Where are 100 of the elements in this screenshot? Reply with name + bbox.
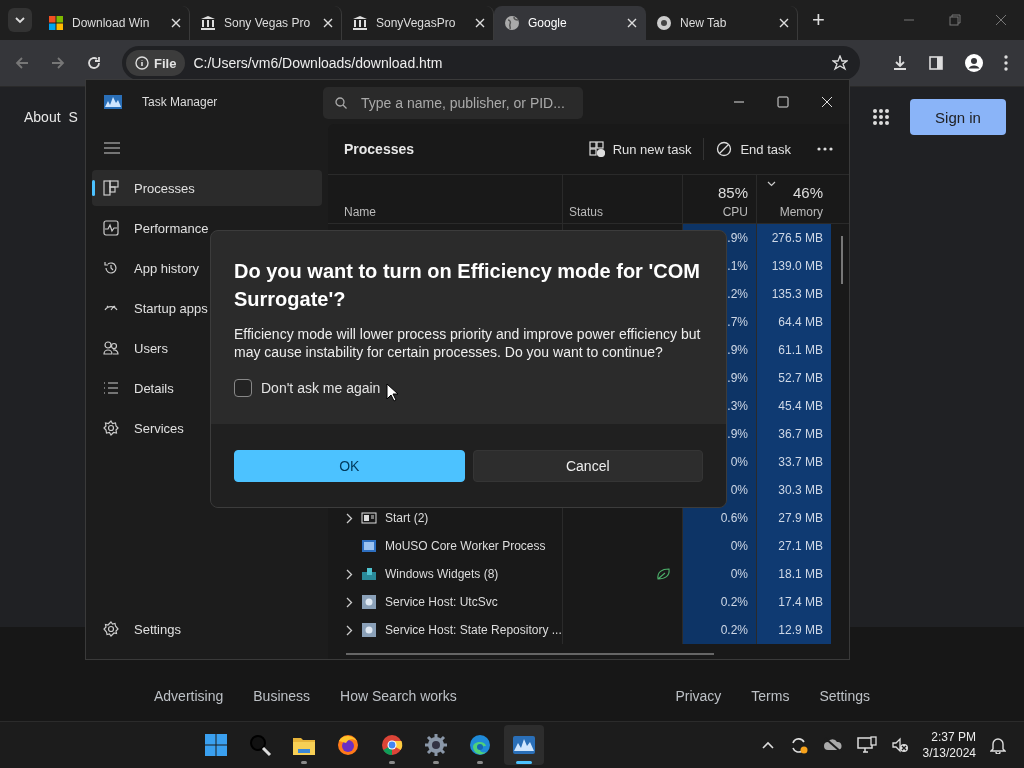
chrome-icon bbox=[656, 15, 672, 31]
site-info-chip[interactable]: File bbox=[126, 50, 186, 76]
volume-muted-icon[interactable] bbox=[890, 736, 909, 754]
network-icon[interactable] bbox=[856, 736, 877, 754]
tab-list-button[interactable] bbox=[8, 8, 32, 32]
processes-icon bbox=[103, 180, 119, 196]
cancel-button[interactable]: Cancel bbox=[472, 449, 703, 482]
memory-cell: 52.7 MB bbox=[778, 371, 823, 385]
url-text: C:/Users/vm6/Downloads/download.htm bbox=[193, 55, 444, 71]
reload-icon[interactable] bbox=[86, 55, 102, 71]
clock-time: 2:37 PM bbox=[931, 729, 976, 745]
memory-cell: 12.9 MB bbox=[778, 623, 823, 637]
end-task-button[interactable]: End task bbox=[704, 141, 803, 157]
footer-link[interactable]: Settings bbox=[819, 688, 870, 704]
cloud-off-icon[interactable] bbox=[822, 737, 843, 753]
memory-total: 46% bbox=[792, 184, 823, 201]
apps-grid-icon[interactable] bbox=[872, 108, 890, 126]
column-header[interactable]: CPU bbox=[722, 205, 748, 219]
maximize-icon[interactable] bbox=[777, 96, 789, 108]
prohibited-icon bbox=[716, 141, 733, 157]
memory-cell: 45.4 MB bbox=[778, 399, 823, 413]
memory-cell: 18.1 MB bbox=[778, 567, 823, 581]
cpu-cell: .2% bbox=[727, 287, 748, 301]
ok-button[interactable]: OK bbox=[234, 449, 465, 482]
footer-link[interactable]: Advertising bbox=[154, 688, 224, 704]
more-icon[interactable] bbox=[817, 147, 833, 151]
clock[interactable]: 2:37 PM 3/13/2024 bbox=[922, 729, 976, 761]
footer-link[interactable]: Business bbox=[253, 688, 311, 704]
task-manager-icon bbox=[512, 733, 536, 757]
memory-cell: 27.9 MB bbox=[778, 511, 823, 525]
column-header[interactable]: Status bbox=[562, 175, 682, 223]
windows-logo-icon bbox=[204, 733, 228, 757]
users-icon bbox=[103, 340, 119, 356]
cpu-cell: 0% bbox=[730, 539, 748, 553]
browser-tab[interactable]: Google bbox=[494, 6, 646, 40]
vertical-scrollbar[interactable] bbox=[841, 236, 843, 284]
cpu-cell: 0% bbox=[730, 455, 748, 469]
cpu-cell: .9% bbox=[727, 427, 748, 441]
expand-chevron-icon[interactable] bbox=[346, 568, 353, 580]
memory-cell: 30.3 MB bbox=[778, 483, 823, 497]
cpu-cell: 0.6% bbox=[720, 511, 748, 525]
tab-title: SonyVegasPro bbox=[376, 16, 457, 30]
search-field[interactable]: Type a name, publisher, or PID... bbox=[323, 87, 583, 119]
footer-link[interactable]: How Search works bbox=[340, 688, 457, 704]
bank-icon bbox=[200, 15, 216, 31]
cursor-icon bbox=[386, 383, 398, 402]
tab-title: New Tab bbox=[680, 16, 728, 30]
task-manager-icon bbox=[104, 95, 122, 109]
footer-link[interactable]: Terms bbox=[751, 688, 790, 704]
checkbox[interactable] bbox=[234, 379, 252, 397]
star-icon[interactable] bbox=[832, 55, 848, 71]
back-icon[interactable] bbox=[14, 55, 30, 71]
notification-bell-icon[interactable] bbox=[990, 736, 1006, 754]
memory-cell: 17.4 MB bbox=[778, 595, 823, 609]
new-tab-button[interactable]: + bbox=[804, 7, 833, 33]
list-icon bbox=[103, 380, 119, 396]
expand-chevron-icon[interactable] bbox=[346, 624, 353, 636]
forward-icon[interactable] bbox=[50, 55, 66, 71]
menu-icon[interactable] bbox=[1004, 55, 1008, 71]
expand-chevron-icon[interactable] bbox=[346, 512, 353, 524]
bank-icon bbox=[352, 15, 368, 31]
sign-in-button[interactable]: Sign in bbox=[910, 99, 1006, 135]
widgets-icon bbox=[361, 566, 377, 582]
taskbar-app[interactable] bbox=[504, 725, 544, 765]
gear-icon bbox=[103, 420, 119, 436]
dialog-title: Do you want to turn on Efficiency mode for 'COM Surrogate'? bbox=[234, 259, 701, 312]
nav-link[interactable]: S bbox=[68, 109, 78, 125]
restore-icon[interactable] bbox=[949, 14, 961, 26]
checkbox-label[interactable]: Don't ask me again bbox=[261, 380, 381, 396]
window-icon bbox=[361, 510, 377, 526]
gear-icon bbox=[424, 733, 448, 757]
new-task-icon bbox=[588, 141, 605, 157]
nav-link[interactable]: About bbox=[24, 109, 61, 125]
firefox-icon bbox=[336, 733, 360, 757]
expand-chevron-icon[interactable] bbox=[346, 596, 353, 608]
side-panel-icon[interactable] bbox=[928, 55, 944, 71]
profile-icon[interactable] bbox=[964, 53, 984, 73]
cpu-cell: .9% bbox=[727, 343, 748, 357]
tab-title: Sony Vegas Pro bbox=[224, 16, 312, 30]
column-header[interactable]: Memory bbox=[779, 205, 823, 219]
run-new-task-button[interactable]: Run new task bbox=[576, 141, 704, 157]
download-icon[interactable] bbox=[892, 55, 908, 71]
gear-icon bbox=[361, 594, 377, 610]
search-icon bbox=[248, 733, 272, 757]
dialog-message: Efficiency mode will lower process priority and improve power efficiency but may cause instability for certain processes. Do you want to continue? bbox=[234, 325, 702, 361]
process-name: Service Host: State Repository ... bbox=[385, 623, 562, 637]
nav-item[interactable]: Processes bbox=[92, 170, 322, 206]
history-icon bbox=[103, 260, 119, 276]
memory-cell: 61.1 MB bbox=[778, 343, 823, 357]
process-name: Start (2) bbox=[385, 511, 429, 525]
footer-link[interactable]: Privacy bbox=[675, 688, 722, 704]
memory-cell: 36.7 MB bbox=[778, 427, 823, 441]
menu-icon[interactable] bbox=[104, 142, 120, 154]
horizontal-scrollbar[interactable] bbox=[346, 653, 714, 655]
cpu-cell: 0.2% bbox=[720, 623, 748, 637]
address-bar[interactable]: File C:/Users/vm6/Downloads/download.htm bbox=[122, 46, 860, 80]
settings-nav-item[interactable]: Settings bbox=[92, 611, 322, 647]
column-header[interactable]: Name bbox=[328, 175, 562, 223]
clock-date: 3/13/2024 bbox=[922, 745, 976, 761]
cpu-cell: .9% bbox=[727, 371, 748, 385]
